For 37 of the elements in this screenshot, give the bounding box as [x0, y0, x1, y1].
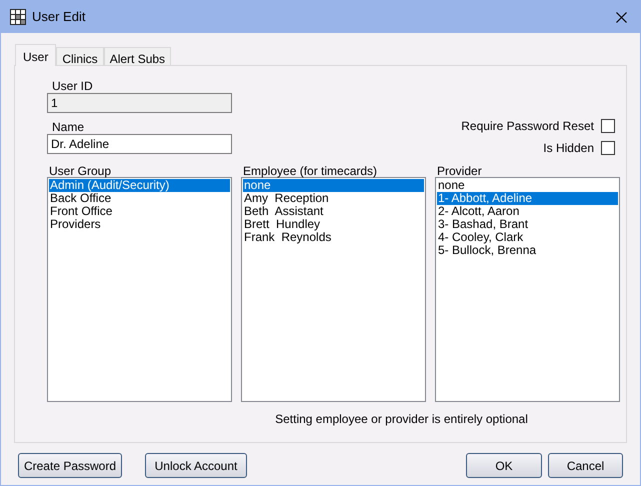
text-field[interactable]: 1: [47, 93, 232, 113]
list-item[interactable]: Front Office: [49, 205, 230, 218]
list-item[interactable]: Providers: [49, 218, 230, 231]
list-item[interactable]: none: [437, 179, 618, 192]
list-item[interactable]: 1- Abbott, Adeline: [437, 192, 618, 205]
list-item[interactable]: 4- Cooley, Clark: [437, 231, 618, 244]
tab[interactable]: Clinics: [56, 47, 104, 65]
list-item[interactable]: Frank Reynolds: [243, 231, 424, 244]
list-item[interactable]: 2- Alcott, Aaron: [437, 205, 618, 218]
list-item[interactable]: 3- Bashad, Brant: [437, 218, 618, 231]
checkbox-label: Is Hidden: [543, 140, 594, 157]
grid-icon: [10, 9, 26, 25]
list-label: Provider: [437, 163, 483, 177]
window-title: User Edit: [32, 8, 86, 26]
checkbox[interactable]: [601, 119, 615, 133]
tab[interactable]: Alert Subs: [104, 47, 172, 65]
checkbox-label: Require Password Reset: [461, 118, 594, 135]
list-item[interactable]: Beth Assistant: [243, 205, 424, 218]
checkbox[interactable]: [601, 141, 615, 155]
close-icon[interactable]: [616, 12, 627, 22]
push-button[interactable]: Create Password: [18, 453, 122, 478]
tab[interactable]: User: [15, 44, 56, 66]
list-label: User Group: [49, 163, 112, 177]
list-item[interactable]: 5- Bullock, Brenna: [437, 244, 618, 257]
field-label: User ID: [52, 78, 94, 93]
list-item[interactable]: Back Office: [49, 192, 230, 205]
push-button[interactable]: OK: [466, 453, 542, 478]
list-label: Employee (for timecards): [243, 163, 378, 177]
list-item[interactable]: Amy Reception: [243, 192, 424, 205]
list-item[interactable]: Admin (Audit/Security): [49, 179, 230, 192]
field-label: Name: [52, 119, 86, 134]
push-button[interactable]: Cancel: [548, 453, 623, 478]
hint-text: Setting employee or provider is entirely optional: [274, 411, 529, 428]
list-item[interactable]: Brett Hundley: [243, 218, 424, 231]
list-item[interactable]: none: [243, 179, 424, 192]
text-field[interactable]: Dr. Adeline: [47, 134, 232, 154]
push-button[interactable]: Unlock Account: [145, 453, 247, 478]
